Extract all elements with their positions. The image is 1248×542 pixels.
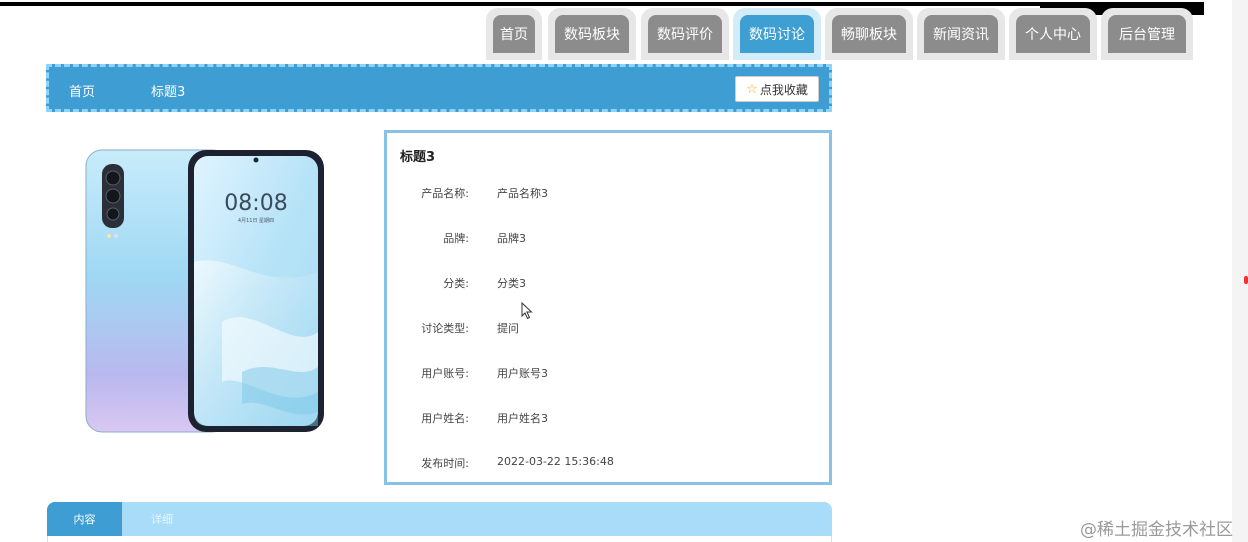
favorite-button-label: 点我收藏: [759, 82, 808, 97]
nav-tab-news[interactable]: 新闻资讯: [917, 8, 1005, 60]
nav-tab-label: 新闻资讯: [924, 15, 998, 53]
nav-tab-admin[interactable]: 后台管理: [1101, 8, 1193, 60]
breadcrumb: 首页 标题3 ☆ 点我收藏: [46, 64, 832, 112]
mouse-cursor-icon: [521, 302, 533, 320]
detail-value: 分类3: [497, 277, 526, 290]
nav-tab-label: 数码讨论: [740, 15, 814, 53]
star-icon: ☆: [746, 81, 758, 97]
nav-tab-label: 数码评价: [648, 15, 722, 53]
detail-value: 用户账号3: [497, 367, 548, 380]
nav-tab-chat-section[interactable]: 畅聊板块: [825, 8, 913, 60]
detail-label: 品牌:: [443, 232, 469, 245]
favorite-button[interactable]: ☆ 点我收藏: [735, 76, 819, 102]
detail-label: 讨论类型:: [421, 322, 469, 335]
detail-value: 2022-03-22 15:36:48: [497, 455, 614, 468]
detail-value: 品牌3: [497, 232, 526, 245]
product-detail-panel: 标题3 产品名称: 产品名称3 品牌: 品牌3 分类: 分类3 讨论类型: 提问…: [384, 130, 832, 485]
nav-tab-label: 畅聊板块: [832, 15, 906, 53]
phone-illustration: 08:08 4月11日 星期四: [85, 149, 324, 433]
tab-panel-edge: [47, 536, 832, 542]
detail-label: 分类:: [443, 277, 469, 290]
detail-label: 用户姓名:: [421, 412, 469, 425]
tab-details[interactable]: 详细: [122, 502, 202, 536]
product-image: 08:08 4月11日 星期四: [82, 142, 332, 438]
detail-value: 产品名称3: [497, 187, 548, 200]
detail-label: 产品名称:: [421, 187, 469, 200]
nav-tab-home[interactable]: 首页: [486, 8, 542, 60]
nav-tab-label: 数码板块: [555, 15, 629, 53]
detail-value: 提问: [497, 322, 519, 335]
phone-date: 4月11日 星期四: [238, 218, 274, 224]
page-scrollbar[interactable]: [1232, 0, 1248, 542]
nav-tab-digital-discussion[interactable]: 数码讨论: [733, 8, 821, 60]
detail-label: 发布时间:: [421, 457, 469, 470]
detail-value: 用户姓名3: [497, 412, 548, 425]
nav-tab-digital-review[interactable]: 数码评价: [641, 8, 729, 60]
detail-title: 标题3: [400, 150, 436, 165]
breadcrumb-current: 标题3: [151, 85, 186, 100]
phone-clock: 08:08: [224, 191, 287, 216]
breadcrumb-home-link[interactable]: 首页: [69, 81, 95, 100]
detail-label: 用户账号:: [421, 367, 469, 380]
nav-tab-personal-center[interactable]: 个人中心: [1009, 8, 1097, 60]
tab-content[interactable]: 内容: [47, 502, 122, 536]
scrollbar-marker: [1244, 276, 1248, 284]
nav-tab-label: 后台管理: [1108, 15, 1186, 53]
watermark: @稀土掘金技术社区: [1080, 520, 1233, 540]
content-tabs: 内容 详细: [47, 502, 832, 536]
nav-tab-digital-section[interactable]: 数码板块: [548, 8, 636, 60]
nav-tab-label: 个人中心: [1016, 15, 1090, 53]
nav-tab-label: 首页: [493, 15, 535, 53]
top-border-line: [0, 2, 1040, 6]
